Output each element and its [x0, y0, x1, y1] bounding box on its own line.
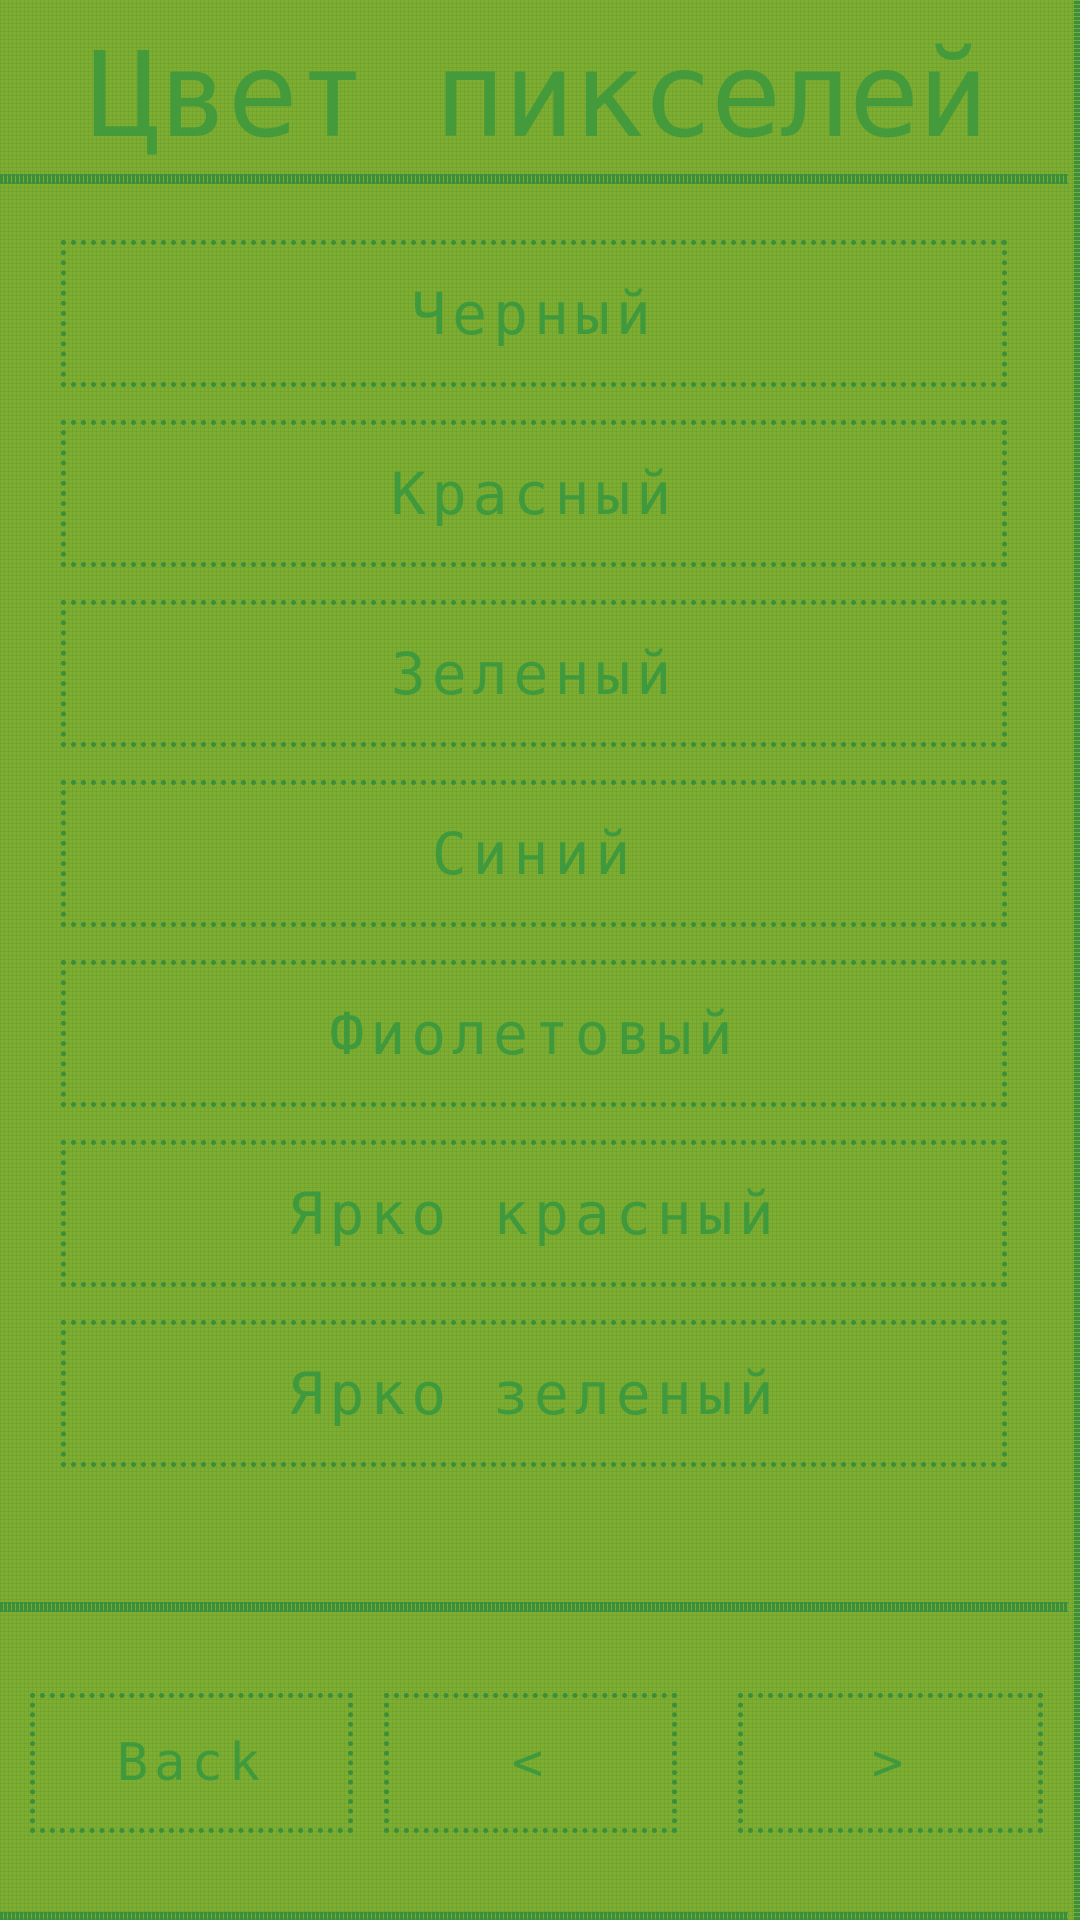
prev-page-button[interactable]: < [384, 1693, 677, 1833]
color-option-blue[interactable]: Синий [61, 780, 1007, 927]
bottom-divider [0, 1912, 1068, 1920]
footer-divider [0, 1602, 1068, 1612]
header-divider [0, 174, 1068, 184]
color-option-purple[interactable]: Фиолетовый [61, 960, 1007, 1107]
back-button[interactable]: Back [30, 1693, 353, 1833]
color-option-bright-green[interactable]: Ярко зеленый [61, 1320, 1007, 1467]
right-border [1074, 0, 1080, 1920]
color-option-bright-red[interactable]: Ярко красный [61, 1140, 1007, 1287]
page-title: Цвет пикселей [89, 26, 989, 164]
color-option-green[interactable]: Зеленый [61, 600, 1007, 747]
next-page-button[interactable]: > [738, 1693, 1043, 1833]
color-option-black[interactable]: Черный [61, 240, 1007, 387]
color-option-red[interactable]: Красный [61, 420, 1007, 567]
